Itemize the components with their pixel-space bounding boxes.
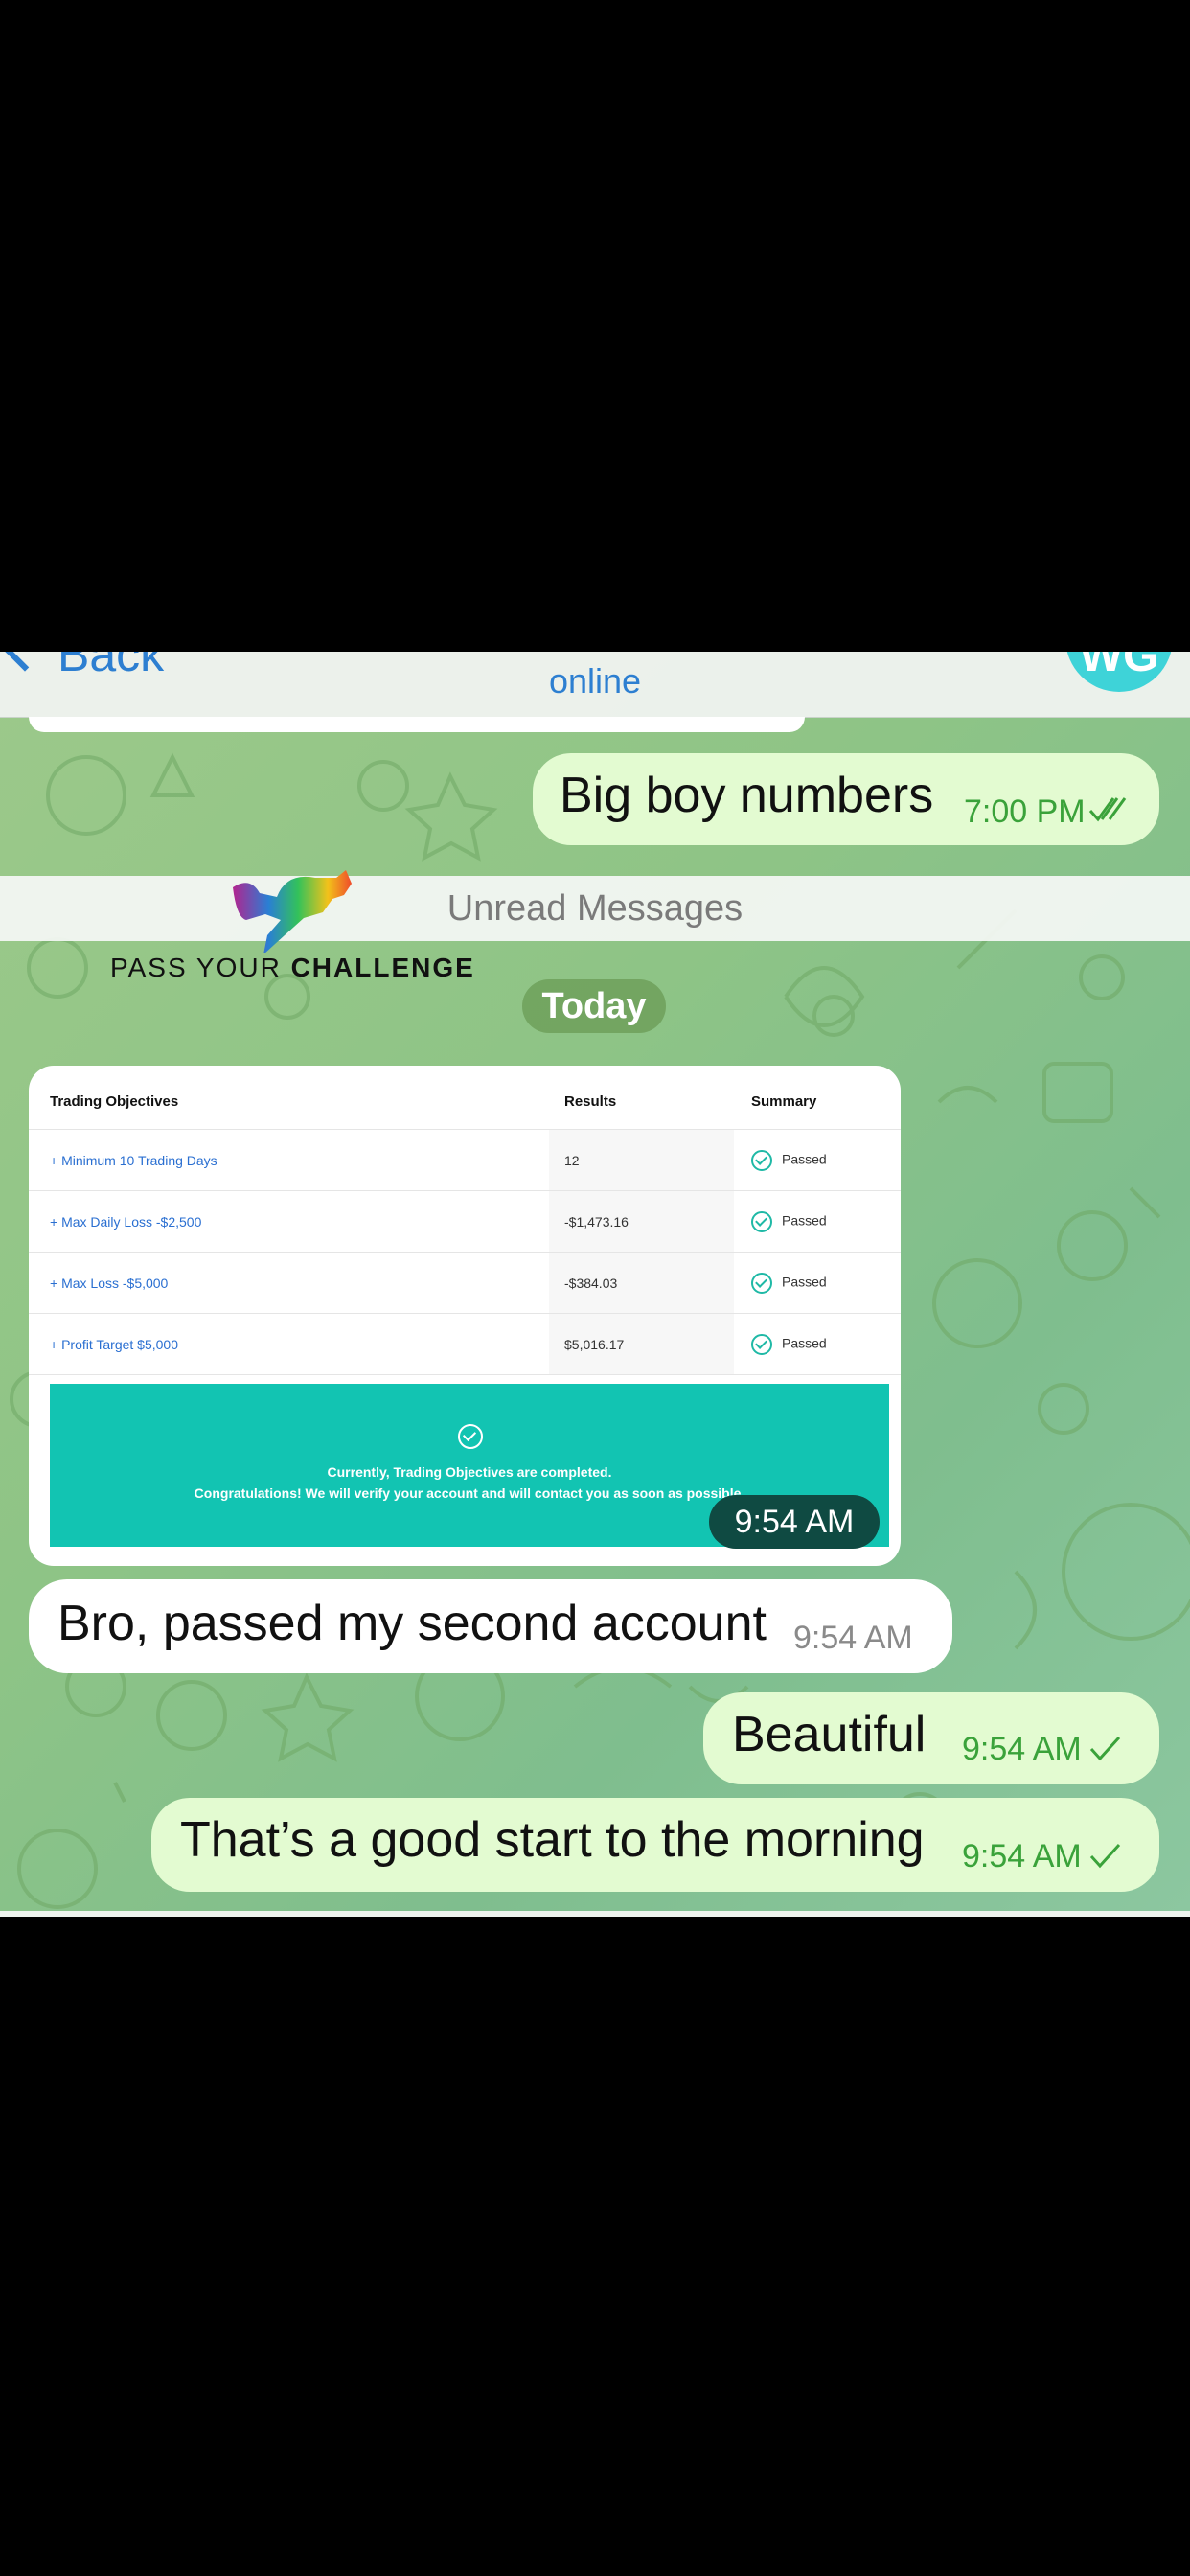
date-divider: Today (522, 979, 666, 1033)
message-bubble-outgoing[interactable]: Beautiful 9:54 AM (703, 1692, 1159, 1784)
objective-cell: + Max Loss -$5,000 (29, 1252, 549, 1314)
table-row: + Max Loss -$5,000 -$384.03 Passed (29, 1252, 901, 1314)
message-bubble-outgoing[interactable]: That’s a good start to the morning 9:54 … (151, 1798, 1159, 1892)
message-text: That’s a good start to the morning (180, 1812, 925, 1868)
image-message[interactable]: Trading Objectives Results Summary + Min… (29, 1066, 901, 1566)
pass-your-challenge-logo: PASS YOUR CHALLENGE (110, 870, 479, 985)
logo-text-light: PASS YOUR (110, 953, 291, 982)
trading-objectives-table: Trading Objectives Results Summary + Min… (29, 1073, 901, 1375)
contact-status: online (548, 661, 642, 701)
check-icon (1089, 1736, 1121, 1761)
table-row: + Profit Target $5,000 $5,016.17 Passed (29, 1313, 901, 1375)
summary-label: Passed (782, 1151, 827, 1167)
summary-cell: Passed (734, 1313, 901, 1375)
summary-label: Passed (782, 1212, 827, 1229)
result-cell: 12 (549, 1129, 734, 1191)
objective-cell: + Profit Target $5,000 (29, 1313, 549, 1375)
previous-message-bubble (29, 717, 805, 732)
check-circle-icon (458, 1424, 483, 1449)
message-time: 9:54 AM (962, 1838, 1082, 1874)
summary-cell: Passed (734, 1190, 901, 1253)
chat-header: Back online WG (0, 652, 1190, 718)
bull-logo-icon (233, 870, 352, 953)
table-row: + Max Daily Loss -$2,500 -$1,473.16 Pass… (29, 1190, 901, 1253)
objective-cell: + Minimum 10 Trading Days (29, 1129, 549, 1191)
result-cell: -$1,473.16 (549, 1190, 734, 1253)
summary-label: Passed (782, 1335, 827, 1351)
table-header-row: Trading Objectives Results Summary (29, 1073, 901, 1130)
check-icon (1089, 1843, 1121, 1869)
message-time: 9:54 AM (793, 1620, 913, 1656)
column-header-results: Results (549, 1073, 734, 1130)
check-circle-icon (751, 1210, 772, 1232)
column-header-summary: Summary (734, 1073, 901, 1130)
result-cell: -$384.03 (549, 1252, 734, 1314)
image-timestamp: 9:54 AM (709, 1495, 880, 1549)
table-row: + Minimum 10 Trading Days 12 Passed (29, 1129, 901, 1191)
message-bubble-outgoing[interactable]: Big boy numbers 7:00 PM (533, 753, 1159, 845)
summary-cell: Passed (734, 1129, 901, 1191)
logo-text: PASS YOUR CHALLENGE (110, 953, 479, 983)
check-circle-icon (751, 1272, 772, 1294)
message-text: Big boy numbers (560, 768, 934, 823)
banner-line-1: Currently, Trading Objectives are comple… (327, 1464, 612, 1480)
summary-label: Passed (782, 1274, 827, 1290)
result-cell: $5,016.17 (549, 1313, 734, 1375)
summary-cell: Passed (734, 1252, 901, 1314)
message-time: 9:54 AM (962, 1731, 1082, 1767)
double-check-icon (1088, 797, 1127, 822)
objective-cell: + Max Daily Loss -$2,500 (29, 1190, 549, 1253)
message-bubble-incoming[interactable]: Bro, passed my second account 9:54 AM (29, 1579, 952, 1673)
bottom-edge (0, 1911, 1190, 1917)
chat-screen: Back online WG Big boy numbers 7:00 PM U… (0, 652, 1190, 1917)
column-header-objective: Trading Objectives (29, 1073, 549, 1130)
message-text: Beautiful (732, 1707, 927, 1762)
message-time: 7:00 PM (964, 794, 1086, 830)
message-text: Bro, passed my second account (57, 1596, 767, 1651)
check-circle-icon (751, 1149, 772, 1171)
check-circle-icon (751, 1333, 772, 1355)
logo-text-bold: CHALLENGE (290, 953, 475, 982)
